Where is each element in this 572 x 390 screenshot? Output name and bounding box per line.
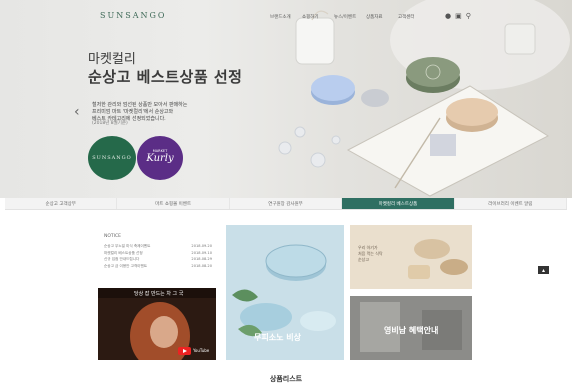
nav-item-shop[interactable]: 쇼핑하기 bbox=[302, 14, 326, 20]
category-tabs: 순상고 고객상부 마트 쇼핑몰 이벤트 연구원장 감사원부 마켓컬리 베스트상품… bbox=[5, 198, 568, 210]
tab-research[interactable]: 연구원장 감사원부 bbox=[230, 198, 343, 209]
promo-tile-baby-text: 우리 아기가 처음 먹는 식탁 순상고 bbox=[358, 245, 383, 263]
notice-row[interactable]: 순상고 금 이용안 고객이벤트 2018.08.20 bbox=[104, 264, 212, 271]
kurly-badge: MARKET Kurly bbox=[137, 136, 183, 180]
nav-item-products[interactable]: 상품자료 bbox=[366, 14, 390, 20]
notice-title: NOTICE bbox=[104, 234, 121, 239]
tab-library-event[interactable]: 라이브러리 이벤트 알림 bbox=[455, 198, 568, 209]
kurly-badge-large: Kurly bbox=[146, 153, 174, 164]
youtube-label: YouTube bbox=[193, 348, 210, 353]
site-logo[interactable]: SUNSANGO bbox=[100, 11, 166, 20]
video-caption: 당상 잡 만드는 차 그 국 bbox=[134, 290, 184, 297]
hero-prev-arrow-icon[interactable]: ‹ bbox=[74, 104, 80, 120]
nav-item-news[interactable]: 뉴스/이벤트 bbox=[334, 14, 358, 20]
promo-tile-benefit-label: 영비남 혜택안내 bbox=[384, 326, 439, 335]
hero-desc-line: 프리미엄 마트 '마켓컬리'에서 순상고와 bbox=[92, 109, 174, 115]
user-icon[interactable]: ● bbox=[445, 12, 451, 20]
photo-card bbox=[430, 134, 456, 156]
nav-item-brand[interactable]: 브랜드소개 bbox=[270, 14, 294, 20]
site-header: SUNSANGO 브랜드소개 쇼핑하기 뉴스/이벤트 상품자료 고객센터 ● ▣… bbox=[0, 0, 572, 34]
tab-mart-event[interactable]: 마트 쇼핑몰 이벤트 bbox=[117, 198, 230, 209]
notice-row-date: 2018.08.20 bbox=[191, 263, 212, 268]
scroll-top-button[interactable]: ▴ bbox=[538, 266, 549, 274]
promo-line: 순상고 bbox=[358, 257, 370, 262]
glass-bead bbox=[278, 141, 292, 155]
hero-title: 순상고 베스트상품 선정 bbox=[88, 68, 243, 86]
nav-item-support[interactable]: 고객센터 bbox=[398, 14, 422, 20]
header-icons: ● ▣ ⚲ bbox=[445, 12, 471, 20]
main-nav: 브랜드소개 쇼핑하기 뉴스/이벤트 상품자료 고객센터 bbox=[270, 14, 422, 20]
promo-tile-cushion-label: 무피소노 비상 bbox=[254, 333, 301, 342]
chevron-up-icon: ▴ bbox=[541, 266, 545, 274]
hero-date: (2018년 8월기준) bbox=[92, 121, 128, 126]
silver-compact bbox=[361, 89, 389, 107]
products-heading: 상품리스트 bbox=[269, 375, 303, 383]
notice-board: NOTICE 순상고 무노일 미식 축제이벤트 2018.09.20 마켓컬리 … bbox=[104, 234, 212, 270]
sunsango-badge: SUNSANGO bbox=[88, 136, 136, 180]
cart-icon[interactable]: ▣ bbox=[455, 12, 462, 20]
person-face bbox=[150, 316, 178, 348]
search-icon[interactable]: ⚲ bbox=[466, 12, 471, 20]
hero-desc-line: 철저한 관리와 엄선된 상품만 모아서 판매하는 bbox=[92, 102, 188, 108]
tab-kurly-best[interactable]: 마켓컬리 베스트상품 bbox=[342, 198, 455, 209]
notice-row-title[interactable]: 순상고 금 이용안 고객이벤트 bbox=[104, 264, 147, 271]
play-icon bbox=[183, 349, 187, 353]
tab-customer[interactable]: 순상고 고객상부 bbox=[5, 198, 118, 209]
hero-kicker: 마켓컬리 bbox=[88, 52, 136, 67]
